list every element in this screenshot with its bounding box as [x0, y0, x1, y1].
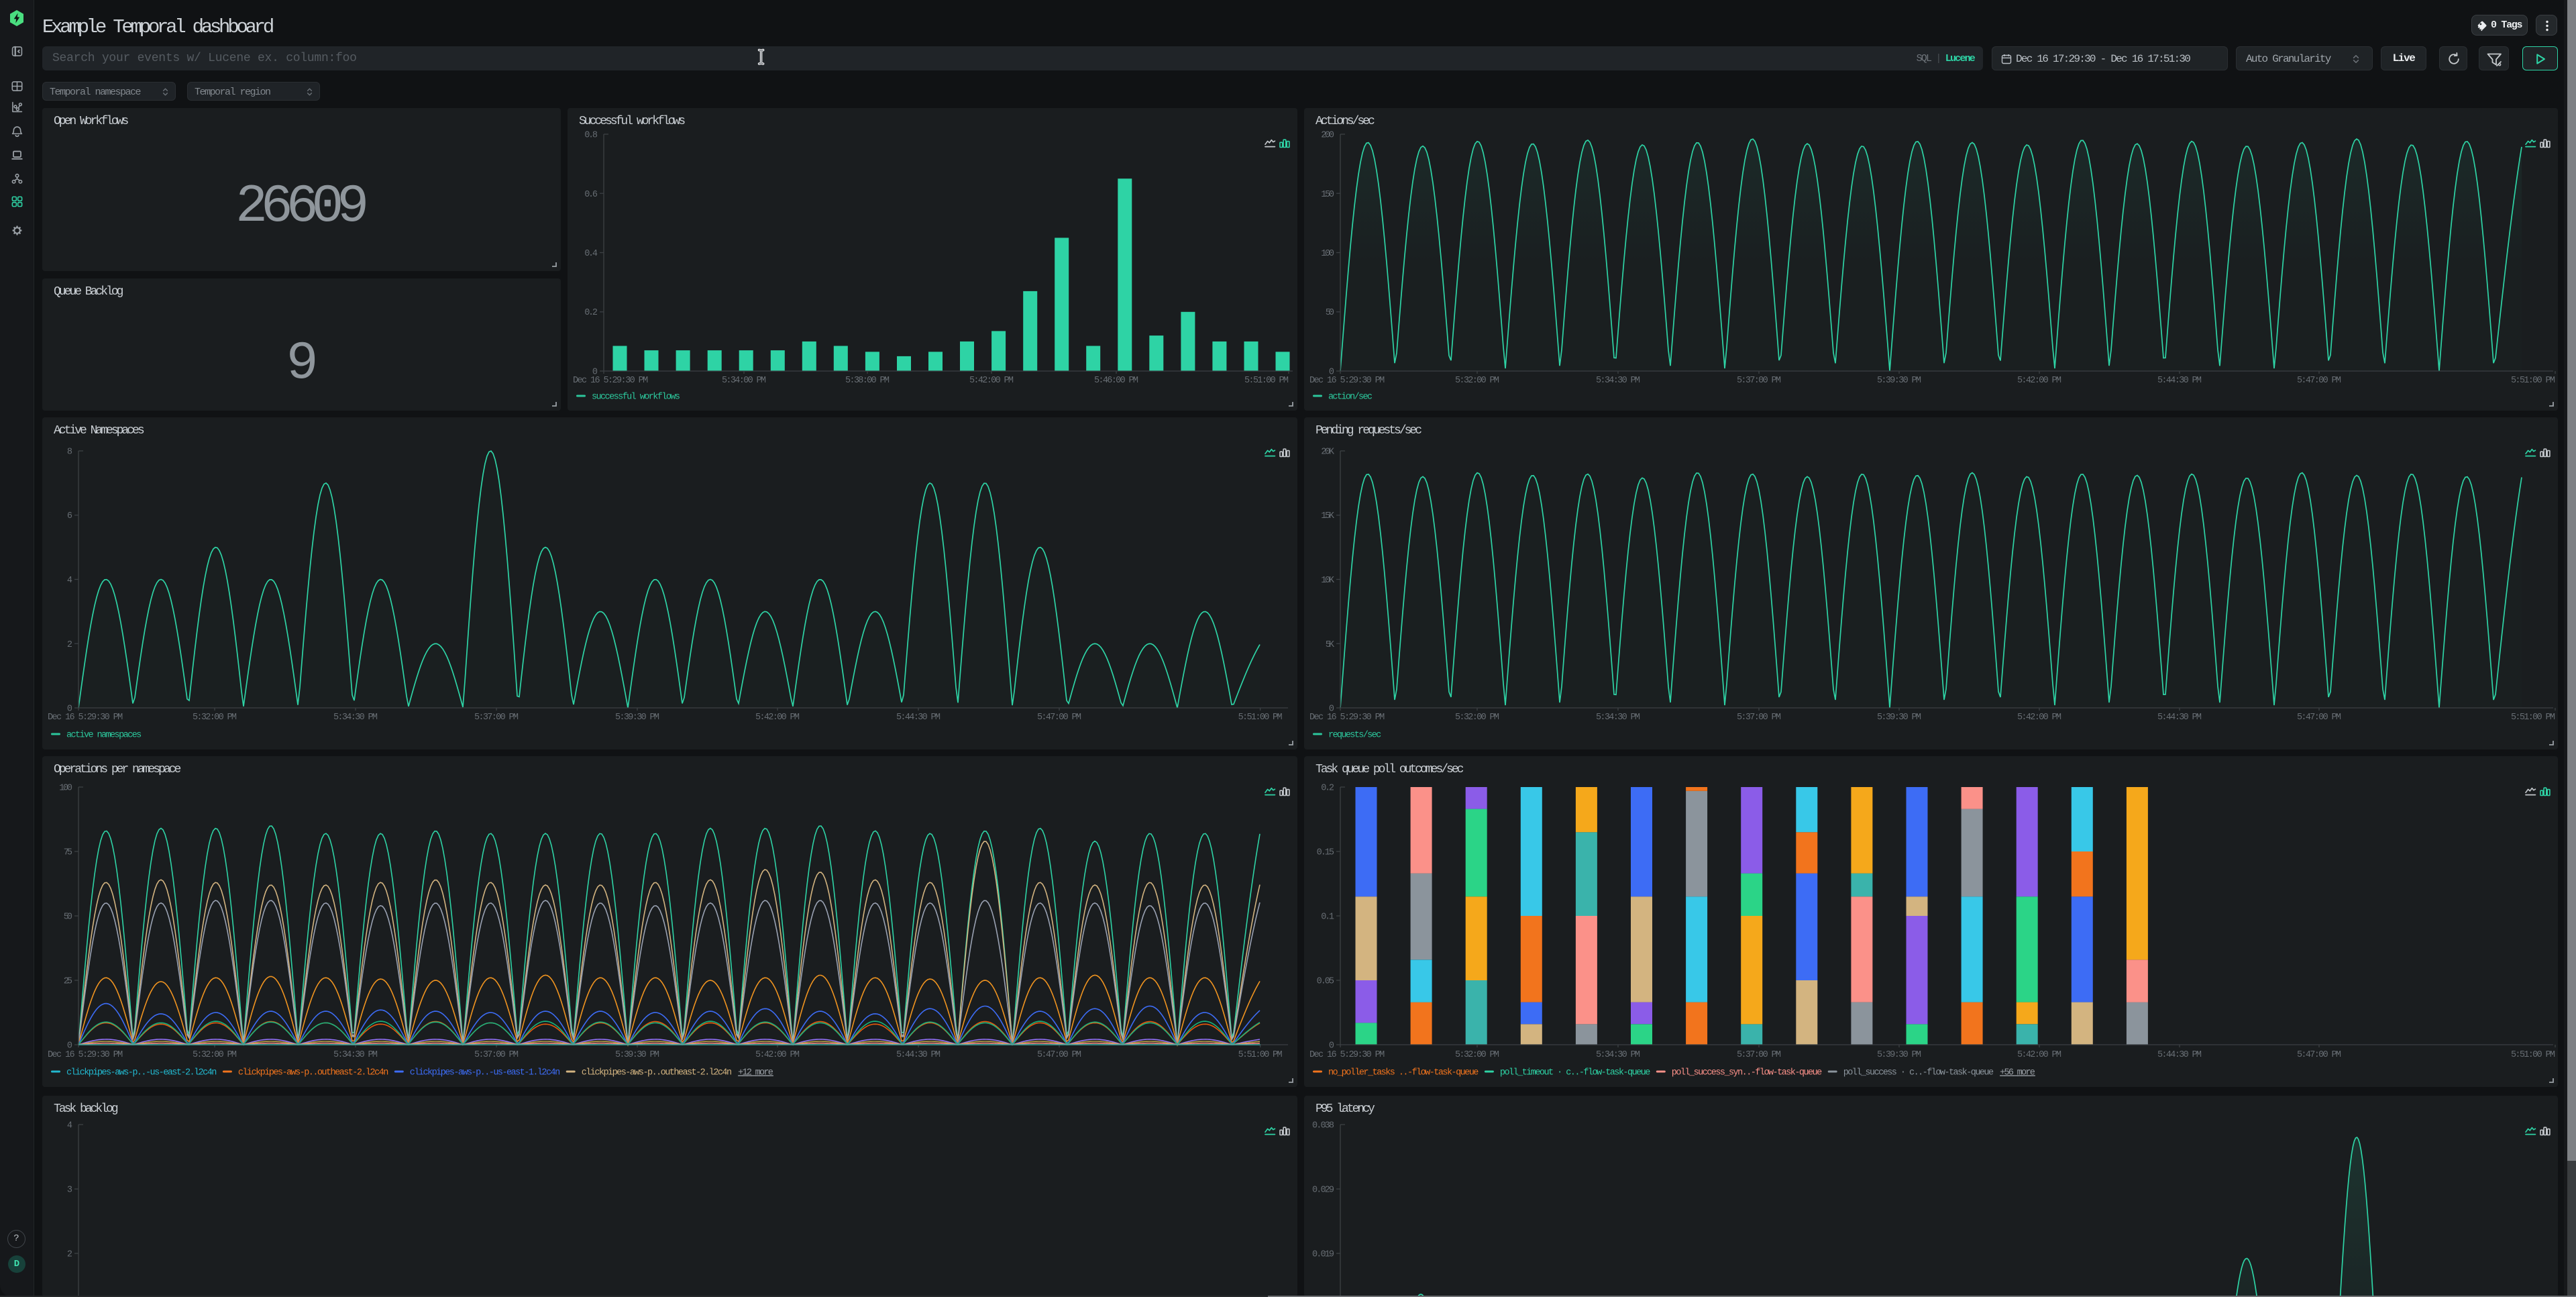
svg-text:Dec 16 5:29:30 PM: Dec 16 5:29:30 PM [1309, 376, 1385, 386]
svg-text:clickpipes-aws-p..-us-east-2.l: clickpipes-aws-p..-us-east-2.l2c4n [66, 1068, 217, 1078]
svg-text:75: 75 [64, 848, 72, 858]
svg-text:0.2: 0.2 [584, 308, 598, 318]
svg-text:5:51:00 PM: 5:51:00 PM [2511, 713, 2555, 723]
svg-text:5:37:00 PM: 5:37:00 PM [1737, 713, 1781, 723]
svg-text:5:34:30 PM: 5:34:30 PM [1596, 713, 1640, 723]
svg-text:5:34:30 PM: 5:34:30 PM [1596, 376, 1640, 386]
svg-text:5:47:00 PM: 5:47:00 PM [1037, 713, 1081, 723]
svg-text:200: 200 [1321, 131, 1334, 141]
svg-text:6: 6 [67, 511, 72, 521]
svg-text:5:47:00 PM: 5:47:00 PM [2297, 1050, 2341, 1060]
svg-text:5:34:30 PM: 5:34:30 PM [1596, 1050, 1640, 1060]
svg-text:5:38:00 PM: 5:38:00 PM [845, 376, 890, 386]
svg-text:0.4: 0.4 [584, 249, 598, 259]
svg-text:requests/sec: requests/sec [1328, 731, 1381, 741]
svg-text:Dec 16 5:29:30 PM: Dec 16 5:29:30 PM [573, 376, 648, 386]
svg-text:5:34:30 PM: 5:34:30 PM [333, 1050, 378, 1060]
svg-text:5:34:00 PM: 5:34:00 PM [722, 376, 766, 386]
svg-text:Dec 16 5:29:30 PM: Dec 16 5:29:30 PM [48, 1050, 123, 1060]
svg-text:active namespaces: active namespaces [66, 731, 142, 741]
svg-text:5:42:00 PM: 5:42:00 PM [2017, 713, 2061, 723]
svg-text:5:39:30 PM: 5:39:30 PM [615, 1050, 659, 1060]
svg-text:5:37:00 PM: 5:37:00 PM [1737, 376, 1781, 386]
svg-text:5:51:00 PM: 5:51:00 PM [1238, 713, 1283, 723]
svg-text:5:42:00 PM: 5:42:00 PM [2017, 1050, 2061, 1060]
svg-text:5:34:30 PM: 5:34:30 PM [333, 713, 378, 723]
svg-text:Dec 16 5:29:30 PM: Dec 16 5:29:30 PM [1309, 713, 1385, 723]
svg-text:5:42:00 PM: 5:42:00 PM [2017, 376, 2061, 386]
svg-text:5:42:00 PM: 5:42:00 PM [755, 1050, 800, 1060]
svg-text:5:44:30 PM: 5:44:30 PM [896, 713, 941, 723]
svg-text:clickpipes-aws-p..outheast-2.l: clickpipes-aws-p..outheast-2.l2c4n [582, 1068, 732, 1078]
svg-text:25: 25 [64, 977, 72, 987]
svg-text:5:47:00 PM: 5:47:00 PM [2297, 376, 2341, 386]
svg-text:5:44:30 PM: 5:44:30 PM [2157, 1050, 2202, 1060]
svg-text:3: 3 [67, 1186, 72, 1196]
svg-text:2: 2 [67, 1250, 72, 1260]
svg-text:0.6: 0.6 [584, 190, 598, 200]
svg-text:0.8: 0.8 [584, 131, 598, 141]
svg-text:successful workflows: successful workflows [592, 393, 680, 403]
svg-text:5:37:00 PM: 5:37:00 PM [474, 1050, 519, 1060]
svg-text:5:42:00 PM: 5:42:00 PM [969, 376, 1014, 386]
svg-text:+12 more: +12 more [738, 1068, 773, 1078]
svg-text:150: 150 [1321, 190, 1334, 200]
svg-text:15K: 15K [1321, 511, 1335, 521]
svg-text:10K: 10K [1321, 576, 1335, 586]
svg-text:0.2: 0.2 [1321, 784, 1334, 794]
svg-text:4: 4 [67, 1121, 72, 1131]
svg-text:action/sec: action/sec [1328, 393, 1373, 403]
svg-text:50: 50 [1326, 308, 1334, 318]
svg-text:5:51:00 PM: 5:51:00 PM [2511, 376, 2555, 386]
svg-text:5:44:30 PM: 5:44:30 PM [896, 1050, 941, 1060]
svg-text:0.15: 0.15 [1317, 848, 1334, 858]
svg-text:5:37:00 PM: 5:37:00 PM [1737, 1050, 1781, 1060]
svg-text:5:42:00 PM: 5:42:00 PM [755, 713, 800, 723]
svg-text:0.019: 0.019 [1312, 1250, 1334, 1260]
svg-text:100: 100 [59, 784, 72, 794]
svg-text:5:51:00 PM: 5:51:00 PM [2511, 1050, 2555, 1060]
svg-text:clickpipes-aws-p..-us-east-1.l: clickpipes-aws-p..-us-east-1.l2c4n [410, 1068, 560, 1078]
svg-text:5:51:00 PM: 5:51:00 PM [1244, 376, 1289, 386]
svg-text:5K: 5K [1326, 640, 1335, 650]
svg-text:100: 100 [1321, 249, 1334, 259]
svg-text:0.029: 0.029 [1312, 1186, 1334, 1196]
svg-text:Dec 16 5:29:30 PM: Dec 16 5:29:30 PM [48, 713, 123, 723]
svg-text:4: 4 [67, 576, 72, 586]
svg-text:5:32:00 PM: 5:32:00 PM [193, 1050, 237, 1060]
svg-text:clickpipes-aws-p..outheast-2.l: clickpipes-aws-p..outheast-2.l2c4n [238, 1068, 388, 1078]
svg-text:no_poller_tasks ..-flow-task-q: no_poller_tasks ..-flow-task-queue [1328, 1068, 1479, 1078]
svg-text:5:47:00 PM: 5:47:00 PM [1037, 1050, 1081, 1060]
svg-text:5:32:00 PM: 5:32:00 PM [193, 713, 237, 723]
svg-text:5:47:00 PM: 5:47:00 PM [2297, 713, 2341, 723]
svg-text:20K: 20K [1321, 448, 1335, 458]
svg-text:50: 50 [64, 913, 72, 923]
svg-text:5:44:30 PM: 5:44:30 PM [2157, 713, 2202, 723]
svg-text:5:32:00 PM: 5:32:00 PM [1455, 713, 1499, 723]
svg-text:0.05: 0.05 [1317, 977, 1334, 987]
svg-text:5:39:30 PM: 5:39:30 PM [1877, 376, 1921, 386]
svg-text:poll_success_syn..-flow-task-q: poll_success_syn..-flow-task-queue [1672, 1068, 1822, 1078]
svg-text:poll_success · c..-flow-task-q: poll_success · c..-flow-task-queue [1843, 1068, 1994, 1078]
svg-text:5:44:30 PM: 5:44:30 PM [2157, 376, 2202, 386]
svg-text:Dec 16 5:29:30 PM: Dec 16 5:29:30 PM [1309, 1050, 1385, 1060]
svg-text:8: 8 [67, 448, 72, 458]
svg-text:5:32:00 PM: 5:32:00 PM [1455, 376, 1499, 386]
svg-text:5:46:00 PM: 5:46:00 PM [1094, 376, 1138, 386]
svg-text:5:39:30 PM: 5:39:30 PM [1877, 713, 1921, 723]
svg-text:5:37:00 PM: 5:37:00 PM [474, 713, 519, 723]
svg-text:5:39:30 PM: 5:39:30 PM [615, 713, 659, 723]
svg-text:5:51:00 PM: 5:51:00 PM [1238, 1050, 1283, 1060]
svg-text:+56 more: +56 more [2000, 1068, 2035, 1078]
svg-text:5:39:30 PM: 5:39:30 PM [1877, 1050, 1921, 1060]
svg-text:2: 2 [67, 640, 72, 650]
svg-text:0.038: 0.038 [1312, 1121, 1334, 1131]
svg-text:0.1: 0.1 [1321, 913, 1334, 923]
svg-text:poll_timeout · c..-flow-task-q: poll_timeout · c..-flow-task-queue [1500, 1068, 1650, 1078]
svg-text:5:32:00 PM: 5:32:00 PM [1455, 1050, 1499, 1060]
